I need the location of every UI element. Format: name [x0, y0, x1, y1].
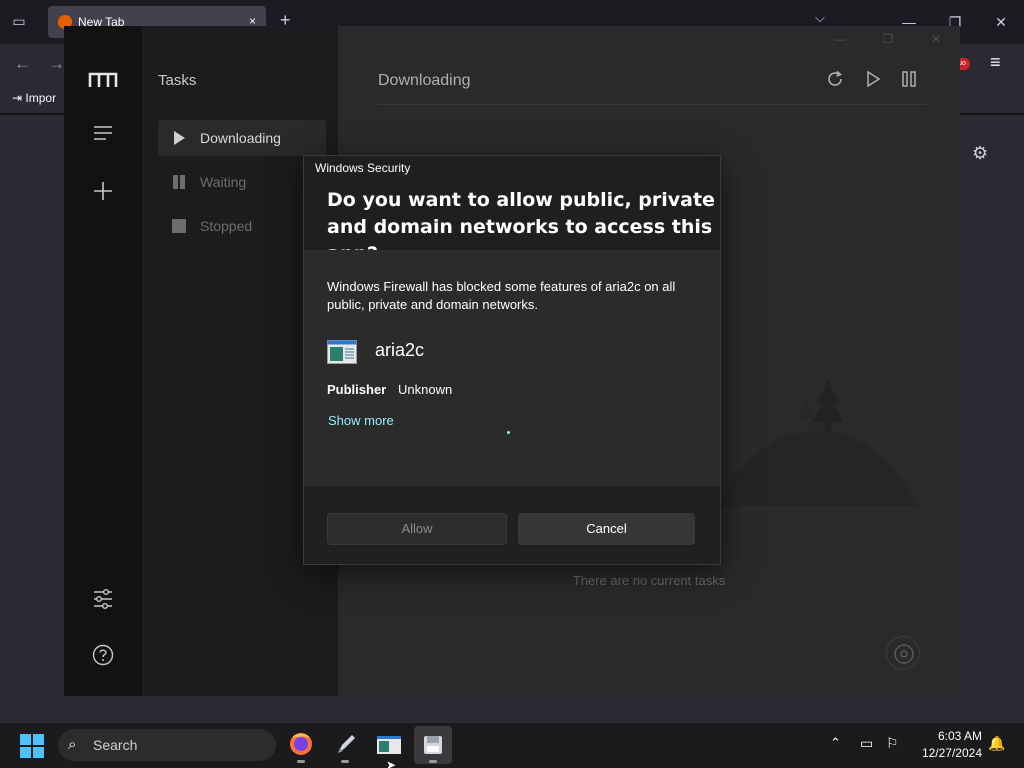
- taskbar-motrix[interactable]: [326, 726, 364, 764]
- back-arrow-icon[interactable]: ←: [14, 54, 31, 74]
- hamburger-menu-icon[interactable]: ≡: [990, 52, 1001, 73]
- forward-arrow-icon[interactable]: →: [48, 54, 65, 74]
- taskbar: ⌕ Search ⌃ ▭ ⚐ 6:03 AM 12/27/2024 🔔: [0, 722, 1024, 768]
- running-indicator: [341, 760, 349, 763]
- display-icon[interactable]: ▭: [860, 735, 873, 752]
- dialog-body: Windows Firewall has blocked some featur…: [304, 250, 720, 486]
- mouse-cursor-icon: ➤: [386, 758, 397, 768]
- speedometer-icon: [894, 644, 914, 664]
- sidebar-item-label: Stopped: [200, 218, 253, 234]
- play-icon: [174, 131, 185, 145]
- app-window-controls: — ❐ ✕: [816, 26, 960, 54]
- pause-icon: [173, 175, 185, 189]
- add-task-icon[interactable]: [91, 180, 115, 204]
- import-bookmarks-button[interactable]: ⇥ Impor: [12, 91, 56, 105]
- windows-start-icon[interactable]: [20, 734, 44, 758]
- allow-button[interactable]: Allow: [327, 513, 507, 545]
- close-icon[interactable]: ✕: [912, 26, 960, 54]
- minimize-icon[interactable]: —: [816, 26, 864, 54]
- refresh-icon[interactable]: [826, 70, 846, 90]
- sidebar-item-stopped[interactable]: Stopped: [158, 208, 326, 244]
- tab-list-icon[interactable]: ▭: [8, 10, 30, 32]
- sidebar-title: Tasks: [158, 72, 197, 89]
- import-label: Impor: [25, 91, 57, 105]
- taskbar-firefox[interactable]: [282, 726, 320, 764]
- search-icon: ⌕: [68, 736, 77, 753]
- cancel-button[interactable]: Cancel: [518, 513, 695, 545]
- chevron-down-icon[interactable]: ⌵: [815, 10, 825, 26]
- loading-spinner-icon: [507, 431, 510, 434]
- speedometer-button[interactable]: [886, 636, 920, 670]
- notification-bell-icon[interactable]: 🔔: [988, 735, 1005, 752]
- stop-icon: [172, 219, 186, 233]
- taskbar-search[interactable]: ⌕ Search: [58, 729, 276, 761]
- close-icon[interactable]: ✕: [978, 0, 1024, 44]
- page-title: Downloading: [378, 72, 471, 89]
- running-indicator: [297, 760, 305, 763]
- show-more-link[interactable]: Show more: [328, 413, 394, 428]
- floppy-disk-icon: [424, 736, 442, 754]
- app-nav-rail: [64, 26, 142, 696]
- dialog-caption: Windows Security: [315, 161, 411, 175]
- play-icon[interactable]: [864, 70, 884, 90]
- running-indicator: [429, 760, 437, 763]
- motrix-logo-icon: [88, 72, 118, 87]
- dialog-footer: Allow Cancel: [304, 486, 720, 564]
- sidebar-item-label: Waiting: [200, 174, 247, 190]
- publisher-label: Publisher: [327, 382, 387, 397]
- sidebar-item-downloading[interactable]: Downloading: [158, 120, 326, 156]
- rocket-icon: [338, 735, 355, 753]
- empty-state-text: There are no current tasks: [572, 573, 726, 588]
- chevron-up-icon[interactable]: ⌃: [830, 735, 841, 751]
- publisher-value: Unknown: [398, 382, 453, 397]
- menu-lines-icon[interactable]: [91, 124, 115, 148]
- network-icon[interactable]: ⚐: [886, 735, 899, 752]
- maximize-icon[interactable]: ❐: [864, 26, 912, 54]
- help-icon[interactable]: [91, 644, 115, 668]
- windows-security-dialog: Windows Security Do you want to allow pu…: [303, 155, 721, 565]
- sidebar-item-waiting[interactable]: Waiting: [158, 164, 326, 200]
- taskbar-clock[interactable]: 6:03 AM 12/27/2024: [912, 728, 982, 762]
- dialog-description: Windows Firewall has blocked some featur…: [327, 279, 676, 312]
- sidebar-item-label: Downloading: [200, 130, 281, 146]
- clock-date: 12/27/2024: [921, 746, 982, 760]
- taskbar-security-app[interactable]: [414, 726, 452, 764]
- clock-time: 6:03 AM: [937, 729, 982, 743]
- dialog-header: Windows Security Do you want to allow pu…: [304, 156, 720, 265]
- application-window-icon: [327, 340, 357, 364]
- firefox-icon: [290, 733, 312, 755]
- pause-icon[interactable]: [900, 70, 920, 90]
- search-placeholder: Search: [93, 737, 138, 753]
- app-name: aria2c: [375, 340, 425, 360]
- preferences-sliders-icon[interactable]: [91, 588, 115, 612]
- divider: [378, 104, 926, 105]
- import-icon: ⇥: [12, 91, 26, 105]
- gear-icon[interactable]: ⚙: [972, 143, 988, 164]
